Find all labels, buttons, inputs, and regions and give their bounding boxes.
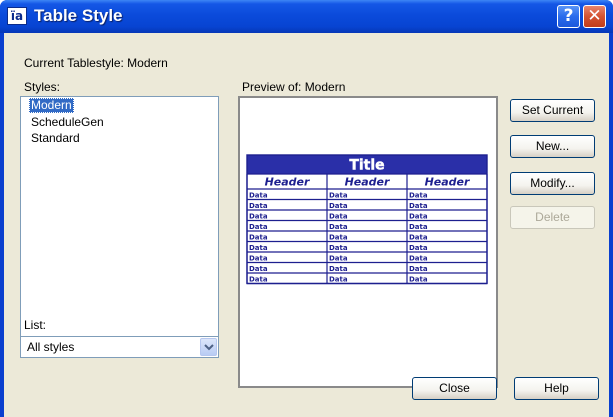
preview-data-cell: Data [249,244,268,252]
preview-header-cell: Header [265,176,310,189]
preview-data-cell: Data [249,234,268,242]
preview-data-cell: Data [249,192,268,200]
list-filter-dropdown[interactable]: All styles [20,336,219,358]
set-current-button[interactable]: Set Current [510,99,595,122]
preview-data-cell: Data [329,213,348,221]
preview-data-cell: Data [329,223,348,231]
window-title: Table Style [34,6,123,25]
preview-data-cell: Data [329,244,348,252]
table-style-dialog: ïa Table Style ? ✕ Current Tablestyle: M… [0,0,613,417]
close-button[interactable]: Close [412,377,497,400]
titlebar-help-button[interactable]: ? [557,5,580,28]
styles-label: Styles: [24,80,61,94]
help-button[interactable]: Help [514,377,599,400]
preview-data-cell: Data [409,234,428,242]
preview-data-cell: Data [329,265,348,273]
title-bar[interactable]: ïa Table Style ? ✕ [0,0,613,33]
table-preview-panel: Title Header Header Header Data Data Data Data D… [238,96,498,388]
styles-listbox[interactable]: Modern ScheduleGen Standard [20,96,219,337]
dropdown-arrow-button[interactable] [200,338,217,356]
preview-header-cell: Header [345,176,390,189]
preview-data-cell: Data [329,202,348,210]
delete-button[interactable]: Delete [510,206,595,229]
preview-data-cell: Data [329,234,348,242]
preview-data-cell: Data [409,276,428,284]
preview-data-cell: Data [409,223,428,231]
preview-data-cell: Data [409,192,428,200]
preview-title-text: Title [349,158,384,174]
preview-data-cell: Data [249,265,268,273]
preview-label: Preview of: Modern [242,80,346,94]
list-filter-value: All styles [27,340,75,354]
preview-data-cell: Data [409,244,428,252]
preview-data-cell: Data [409,202,428,210]
styles-list-item-schedulegen[interactable]: ScheduleGen [29,115,106,130]
preview-data-cell: Data [249,255,268,263]
preview-data-cell: Data [249,213,268,221]
titlebar-close-button[interactable]: ✕ [583,5,606,28]
preview-data-cell: Data [329,255,348,263]
current-tablestyle-label: Current Tablestyle: Modern [24,56,168,70]
preview-data-cell: Data [409,265,428,273]
modify-button[interactable]: Modify... [510,172,595,195]
styles-list-item-standard[interactable]: Standard [29,131,82,146]
preview-data-cell: Data [409,255,428,263]
preview-data-cell: Data [329,276,348,284]
preview-data-cell: Data [249,202,268,210]
list-filter-label: List: [24,318,47,332]
table-preview-graphic: Title Header Header Header Data Data Data Data D… [246,154,488,285]
styles-list-item-modern[interactable]: Modern [29,98,74,113]
chevron-down-icon [204,344,214,351]
table-style-app-icon: ïa [7,7,27,25]
preview-data-cell: Data [409,213,428,221]
preview-data-cell: Data [249,223,268,231]
preview-header-cell: Header [425,176,470,189]
preview-data-cell: Data [249,276,268,284]
new-button[interactable]: New... [510,135,595,158]
preview-data-cell: Data [329,192,348,200]
